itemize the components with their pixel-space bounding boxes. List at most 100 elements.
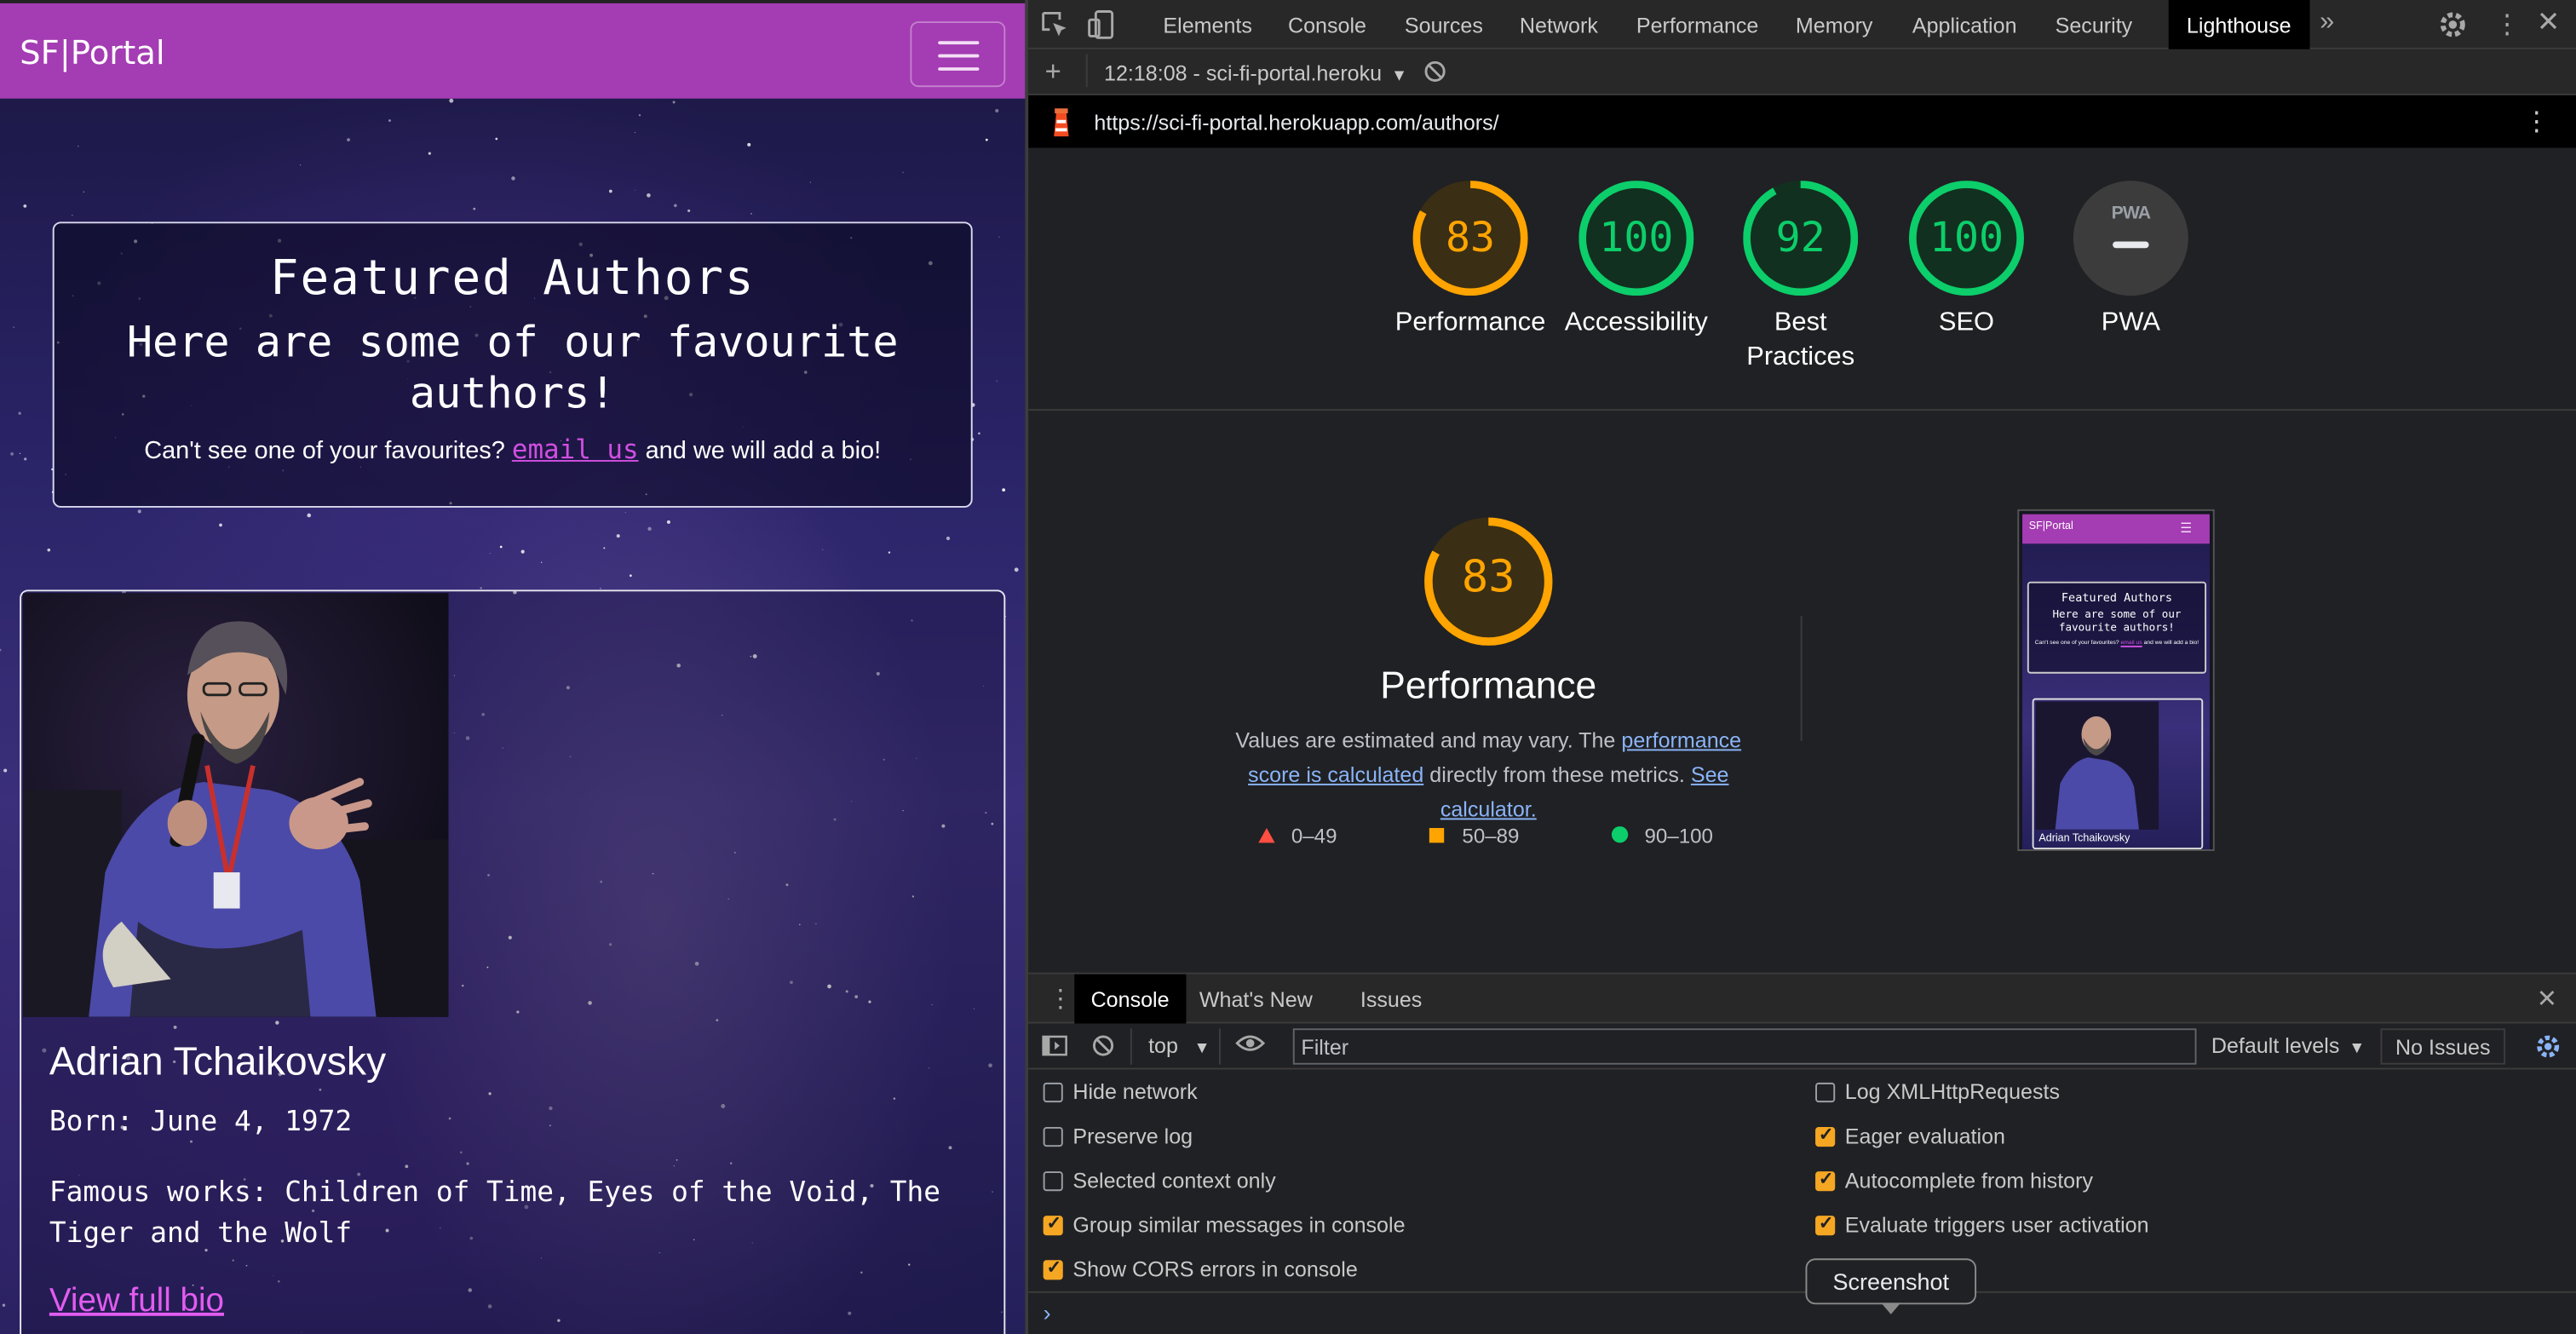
eager-evaluation-checkbox[interactable] [1815,1124,1836,1147]
gauge-score: 83 [1446,213,1496,262]
selected-context-checkbox[interactable] [1043,1171,1063,1192]
pwa-badge-text: PWA [2111,204,2151,224]
section-divider [1800,616,1803,741]
author-name: Adrian Tchaikovsky [49,1039,387,1084]
gauge-score: 92 [1775,213,1826,262]
report-url[interactable]: https://sci-fi-portal.herokuapp.com/auth… [1094,110,1498,135]
issues-counter-button[interactable]: No Issues [2380,1028,2506,1065]
devtools-panel: Elements Console Sources Network Perform… [1028,0,2576,1334]
console-filter-input[interactable]: Filter [1292,1028,2197,1065]
tab-security[interactable]: Security [2056,0,2133,49]
console-settings-gear-icon[interactable] [2535,1033,2562,1065]
autocomplete-label: Autocomplete from history [1844,1168,2094,1193]
email-us-link[interactable]: email us [512,434,639,465]
evaluate-triggers-checkbox[interactable] [1815,1212,1836,1236]
view-full-bio-link[interactable]: View full bio [49,1283,224,1320]
hide-network-label: Hide network [1072,1079,1198,1104]
author-born: Born: June 4, 1972 [49,1105,353,1139]
close-devtools-icon[interactable]: ✕ [2537,7,2560,40]
score-gauges: 83 Performance 100 Accessibility 92 Best… [1028,148,2576,411]
featured-authors-box: Featured Authors Here are some of our fa… [52,221,973,508]
gauge-ring: 100 [1578,181,1694,296]
featured-subtitle: Here are some of our favourite authors! [126,319,899,419]
menu-toggle-button[interactable] [910,21,1006,88]
log-xhr-checkbox[interactable] [1815,1082,1836,1103]
tab-sources[interactable]: Sources [1405,0,1483,49]
legend-fail-label: 0–49 [1291,825,1337,848]
gauge-ring: 92 [1743,181,1859,296]
clear-reports-icon[interactable] [1423,59,1447,89]
legend-average: 50–89 [1429,825,1520,848]
thumb-subtitle: Here are some of our favourite authors! [2052,607,2182,635]
screenshot-tooltip: Screenshot [1805,1258,1977,1305]
devtools-tab-bar: Elements Console Sources Network Perform… [1028,0,2576,49]
tab-performance[interactable]: Performance [1636,0,1759,49]
console-prompt[interactable]: › [1028,1291,2576,1334]
evaluate-triggers-label: Evaluate triggers user activation [1844,1212,2149,1238]
gauge-pwa[interactable]: PWA PWA [2033,181,2229,340]
autocomplete-checkbox[interactable] [1815,1168,1836,1192]
author-photo [22,593,449,1017]
gauge-ring: 100 [1908,181,2024,296]
final-screenshot-thumbnail[interactable]: SF|Portal ☰ Featured Authors Here are so… [2017,509,2215,851]
desc-text-2: directly from these metrics. [1429,762,1685,787]
prompt-chevron-icon: › [1043,1299,1051,1326]
tab-application[interactable]: Application [1912,0,2017,49]
tab-lighthouse[interactable]: Lighthouse [2168,0,2309,49]
tab-console[interactable]: Console [1288,0,1366,49]
toolbar-separator [1085,54,1088,88]
live-expression-eye-icon[interactable] [1235,1032,1266,1060]
settings-gear-icon[interactable] [2438,10,2468,44]
navbar: SF|Portal [0,0,1026,99]
legend-average-label: 50–89 [1462,825,1520,848]
performance-big-score: 83 [1461,551,1515,603]
chevron-down-icon: ▼ [1390,67,1408,86]
tab-network[interactable]: Network [1520,0,1598,49]
log-xhr-label: Log XMLHttpRequests [1844,1079,2061,1104]
thumb-prompt-before: Can't see one of your favourites? [2034,639,2119,646]
new-report-plus-icon[interactable]: + [1045,56,1061,89]
performance-description: Values are estimated and may vary. The p… [1209,723,1768,826]
tab-memory[interactable]: Memory [1796,0,1873,49]
legend-fail: 0–49 [1258,825,1337,848]
device-toolbar-icon[interactable] [1088,10,1114,44]
chevron-down-icon: ▼ [1193,1039,1210,1058]
log-levels-dropdown[interactable]: Default levels ▼ [2211,1033,2365,1058]
show-cors-checkbox[interactable] [1043,1256,1063,1280]
hide-network-checkbox[interactable] [1043,1082,1063,1103]
close-drawer-icon[interactable]: ✕ [2537,984,2557,1014]
group-similar-checkbox[interactable] [1043,1212,1063,1236]
report-menu-icon[interactable]: ⋮ [2523,105,2550,138]
sidebar-toggle-icon[interactable] [1042,1035,1068,1061]
brand-logo[interactable]: SF|Portal [20,33,164,72]
thumb-email-link: email us [2120,639,2142,646]
thumb-title: Featured Authors [2061,591,2172,605]
legend-pass: 90–100 [1611,825,1713,848]
kebab-menu-icon[interactable]: ⋮ [2494,9,2521,42]
toolbar-separator [1218,1028,1221,1065]
console-drawer: ⋮ Console What's New Issues ✕ top ▼ Filt… [1028,972,2576,1334]
drawer-tab-issues[interactable]: Issues [1360,975,1422,1024]
performance-big-gauge: 83 [1424,517,1553,646]
red-triangle-icon [1258,827,1275,843]
drawer-menu-icon[interactable]: ⋮ [1048,984,1072,1014]
eager-evaluation-label: Eager evaluation [1844,1124,2005,1149]
drawer-tab-bar: ⋮ Console What's New Issues ✕ [1028,974,2576,1024]
gauge-label: Best Practices [1746,308,1855,371]
drawer-tab-console[interactable]: Console [1074,974,1186,1024]
inspect-element-icon[interactable] [1042,11,1070,44]
context-selector[interactable]: top ▼ [1148,1033,1210,1058]
clear-console-icon[interactable] [1091,1033,1116,1063]
report-selector[interactable]: 12:18:08 - sci-fi-portal.heroku ▼ [1104,60,1407,85]
lighthouse-logo-icon [1048,106,1074,146]
preserve-log-checkbox[interactable] [1043,1126,1063,1147]
thumb-navbar: SF|Portal ☰ [2022,514,2210,544]
tab-elements[interactable]: Elements [1163,0,1252,49]
green-circle-icon [1611,826,1629,843]
preserve-log-label: Preserve log [1072,1124,1193,1149]
report-url-bar: https://sci-fi-portal.herokuapp.com/auth… [1028,95,2576,148]
more-tabs-chevron-icon[interactable]: » [2320,9,2334,38]
featured-prompt: Can't see one of your favourites? email … [55,434,971,465]
thumb-menu-icon: ☰ [2180,520,2193,536]
drawer-tab-whats-new[interactable]: What's New [1199,975,1313,1024]
